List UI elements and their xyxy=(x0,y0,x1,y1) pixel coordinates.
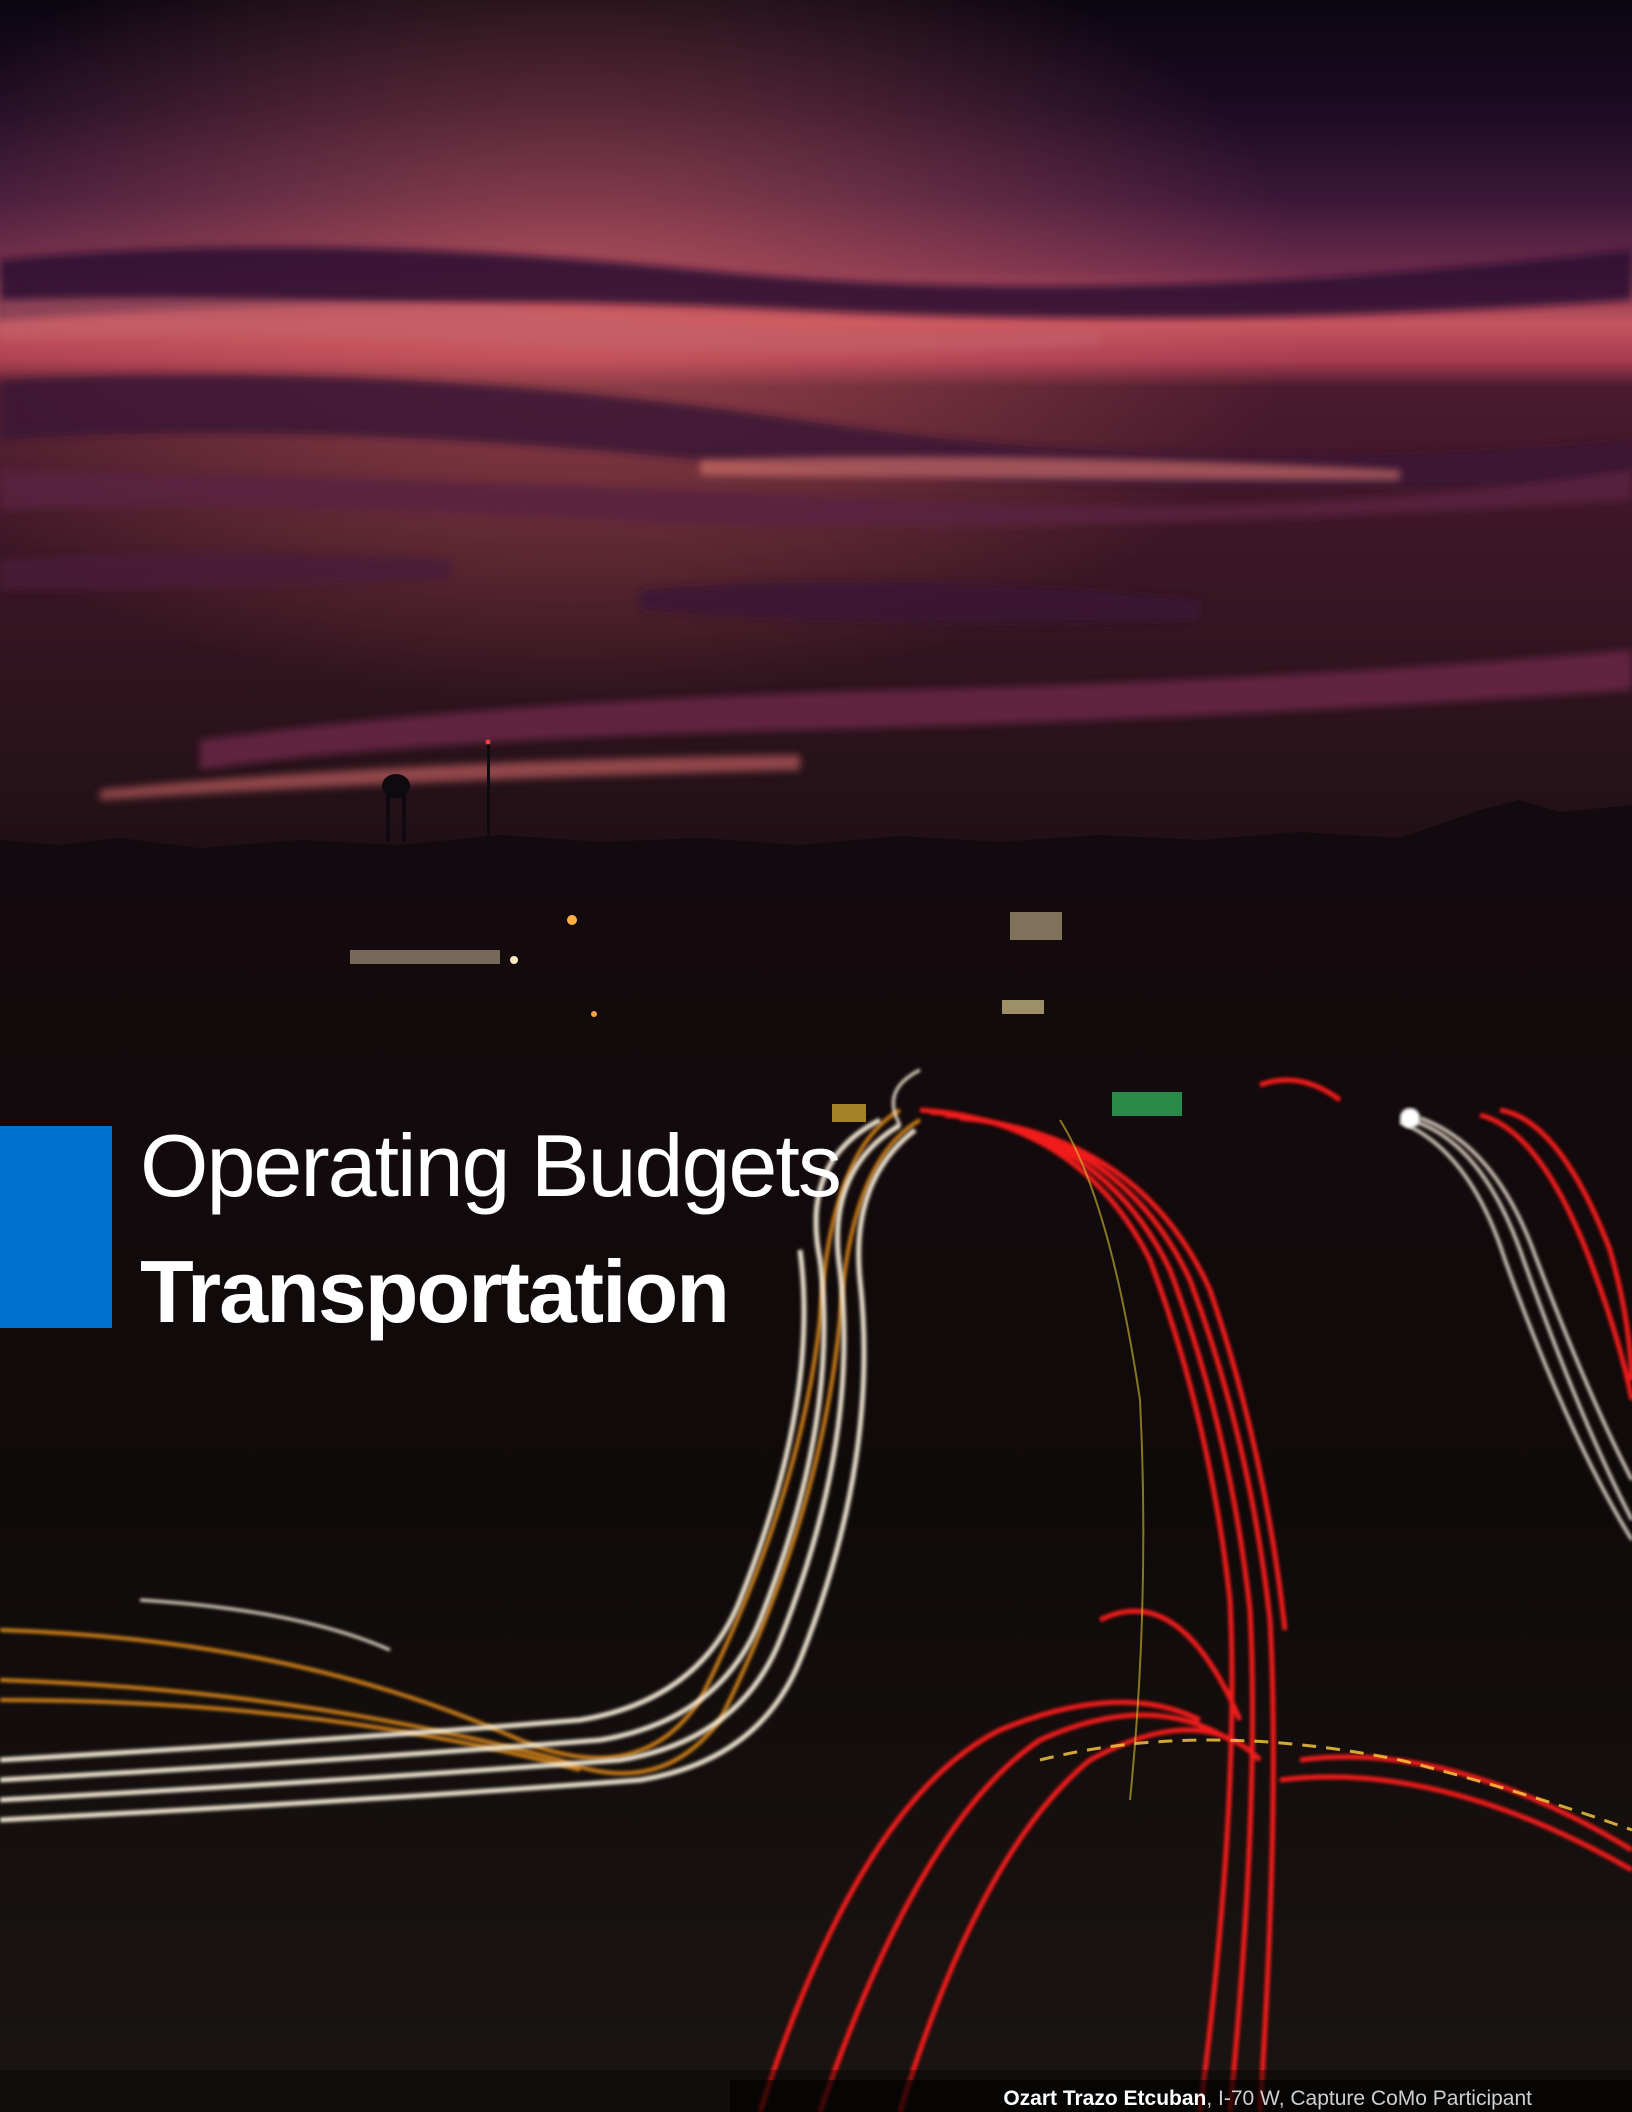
section-subtitle: Transportation xyxy=(140,1242,730,1341)
photo-credit-name: Ozart Trazo Etcuban xyxy=(1003,2087,1207,2110)
highway-night-photo xyxy=(0,0,1632,2112)
accent-block xyxy=(0,1126,112,1328)
photo-credit-detail: , I-70 W, Capture CoMo Participant xyxy=(1206,2087,1532,2110)
cover-page: Operating Budgets Transportation Ozart T… xyxy=(0,0,1632,2112)
photo-credit: Ozart Trazo Etcuban, I-70 W, Capture CoM… xyxy=(1003,2087,1532,2111)
section-title: Operating Budgets xyxy=(140,1116,842,1215)
